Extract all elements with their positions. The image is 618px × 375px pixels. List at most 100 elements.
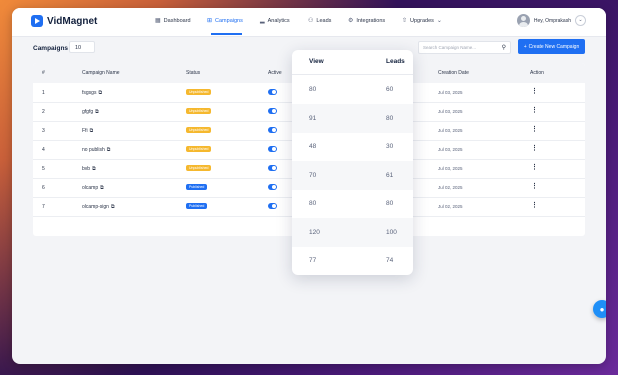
row-number: 1 (42, 90, 45, 96)
campaign-name: gfgfg (82, 109, 94, 115)
campaign-name-link[interactable]: Ffi ⧉ (82, 128, 93, 134)
brand-name: VidMagnet (47, 15, 98, 27)
campaign-name-link[interactable]: bvb ⧉ (82, 166, 96, 172)
campaign-name-link[interactable]: olcamp ⧉ (82, 185, 104, 191)
column-header-action: Action (530, 70, 544, 76)
chat-bubble-icon: ● (599, 304, 605, 314)
avatar (516, 14, 530, 27)
more-options-icon[interactable]: ⋮ (531, 202, 538, 209)
status-badge: Unpublished (186, 108, 212, 114)
row-number: 5 (42, 166, 45, 172)
campaign-count-field[interactable]: 10 (69, 41, 95, 53)
status-badge: Unpublished (186, 127, 212, 133)
chat-button[interactable]: ● (593, 300, 606, 318)
column-header-created: Creation Date (438, 70, 469, 76)
popup-header: View Leads (292, 50, 413, 75)
campaign-name-link[interactable]: no publish ⧉ (82, 147, 110, 153)
external-link-icon[interactable]: ⧉ (111, 204, 115, 210)
view-count: 77 (309, 257, 317, 264)
user-menu[interactable]: Hey, Omprakash ⌄ (516, 14, 586, 27)
nav-leads-label: Leads (316, 17, 332, 24)
create-campaign-button[interactable]: + Create New Campaign (518, 39, 585, 54)
more-options-icon[interactable]: ⋮ (531, 107, 538, 114)
campaign-name: Ffi (82, 128, 88, 134)
nav-upgrades[interactable]: ⇧ Upgrades ⌄ (402, 17, 442, 25)
row-number: 3 (42, 128, 45, 134)
leads-count: 60 (386, 86, 394, 93)
more-options-icon[interactable]: ⋮ (531, 164, 538, 171)
create-campaign-label: Create New Campaign (528, 43, 580, 50)
more-options-icon[interactable]: ⋮ (531, 183, 538, 190)
view-count: 80 (309, 86, 317, 93)
external-link-icon[interactable]: ⧉ (107, 147, 111, 153)
bar-chart-icon: ▂ (260, 18, 265, 24)
leads-count: 80 (386, 200, 394, 207)
nav-campaigns-label: Campaigns (215, 17, 243, 24)
campaign-name-link[interactable]: fsgsgs ⧉ (82, 90, 102, 96)
campaign-name: bvb (82, 166, 91, 172)
chevron-down-icon[interactable]: ⌄ (575, 15, 586, 26)
creation-date: Jul 02, 2025 (438, 185, 463, 190)
users-icon: ⚇ (308, 18, 314, 24)
nav-dashboard-label: Dashboard (163, 17, 191, 24)
nav-leads[interactable]: ⚇ Leads (308, 17, 332, 25)
chevron-down-icon: ⌄ (436, 18, 442, 24)
status-badge: Unpublished (186, 146, 212, 152)
active-toggle[interactable] (268, 108, 277, 114)
active-toggle[interactable] (268, 146, 277, 152)
active-toggle[interactable] (268, 89, 277, 95)
popup-row: 80 80 (292, 189, 413, 218)
view-count: 80 (309, 200, 317, 207)
page-title: Campaigns (33, 45, 69, 52)
nav-analytics[interactable]: ▂ Analytics (260, 17, 290, 25)
brand-logo[interactable]: VidMagnet (31, 15, 97, 27)
campaign-name-link[interactable]: olcamp-sign ⧉ (82, 204, 115, 210)
popup-row: 91 80 (292, 103, 413, 133)
campaign-name: olcamp (82, 185, 99, 191)
stats-popup: View Leads 80 60 91 80 48 30 70 61 80 80 120 100 77 7… (292, 50, 413, 275)
popup-header-leads: Leads (386, 58, 405, 65)
more-options-icon[interactable]: ⋮ (531, 88, 538, 95)
popup-header-view: View (309, 58, 324, 65)
active-toggle[interactable] (268, 127, 277, 133)
leads-count: 100 (386, 228, 397, 236)
status-badge: Published (186, 184, 208, 190)
active-toggle[interactable] (268, 184, 277, 190)
active-toggle[interactable] (268, 165, 277, 171)
row-number: 4 (42, 147, 45, 153)
external-link-icon[interactable]: ⧉ (92, 166, 96, 172)
more-options-icon[interactable]: ⋮ (531, 126, 538, 133)
creation-date: Jul 03, 2025 (438, 109, 463, 114)
search-icon[interactable]: ⚲ (502, 42, 506, 54)
external-link-icon[interactable]: ⧉ (95, 109, 99, 115)
column-header-name: Campaign Name (82, 70, 120, 76)
external-link-icon[interactable]: ⧉ (98, 90, 102, 96)
creation-date: Jul 02, 2025 (438, 204, 463, 209)
external-link-icon[interactable]: ⧉ (90, 128, 94, 134)
nav-integrations-label: Integrations (356, 17, 386, 24)
status-badge: Published (186, 203, 208, 209)
leads-count: 80 (386, 114, 394, 122)
status-badge: Unpublished (186, 89, 212, 95)
more-options-icon[interactable]: ⋮ (531, 145, 538, 152)
external-link-icon[interactable]: ⧉ (100, 185, 104, 191)
row-number: 7 (42, 204, 45, 210)
creation-date: Jul 03, 2025 (438, 147, 463, 152)
campaign-icon: ⊞ (207, 18, 213, 24)
plus-icon: + (523, 43, 527, 50)
view-count: 70 (309, 171, 317, 179)
grid-icon: ▦ (155, 18, 161, 24)
view-count: 120 (309, 228, 320, 236)
nav-upgrades-label: Upgrades (410, 17, 434, 24)
nav-dashboard[interactable]: ▦ Dashboard (155, 17, 191, 25)
campaign-name: no publish (82, 147, 105, 153)
campaign-name: fsgsgs (82, 90, 97, 96)
popup-row: 80 60 (292, 75, 413, 104)
nav-campaigns[interactable]: ⊞ Campaigns (207, 17, 243, 25)
campaign-name: olcamp-sign (82, 204, 109, 210)
campaign-name-link[interactable]: gfgfg ⧉ (82, 109, 99, 115)
nav-integrations[interactable]: ⚙ Integrations (348, 17, 386, 25)
active-toggle[interactable] (268, 203, 277, 209)
search-input[interactable]: Search Campaign Name... ⚲ (418, 41, 511, 54)
leads-count: 30 (386, 143, 394, 150)
